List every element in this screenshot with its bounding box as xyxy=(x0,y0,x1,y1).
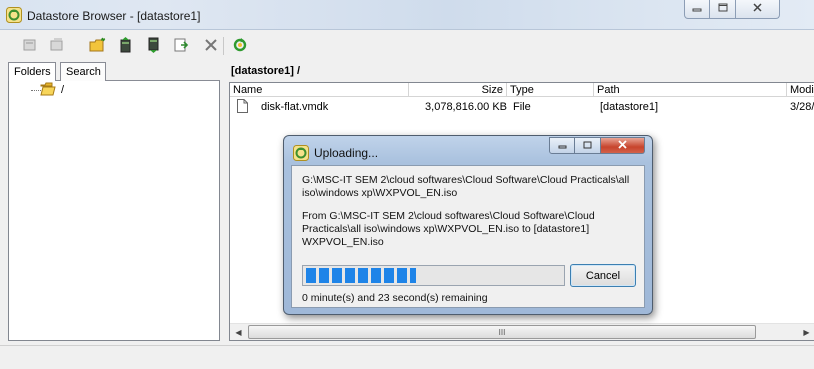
table-row[interactable]: disk-flat.vmdk 3,078,816.00 KB File [dat… xyxy=(230,98,814,115)
cell-type: File xyxy=(513,101,531,113)
tab-folders[interactable]: Folders xyxy=(8,62,56,82)
dialog-maximize-button[interactable] xyxy=(575,137,601,154)
tab-label: Search xyxy=(66,66,101,78)
maximize-button[interactable] xyxy=(710,0,736,19)
new-folder-icon xyxy=(89,37,107,56)
dialog-controls xyxy=(549,137,645,155)
download-file-icon xyxy=(147,37,161,56)
file-icon xyxy=(237,99,248,113)
title-bar: Datastore Browser - [datastore1] xyxy=(0,0,814,30)
chevron-right-icon: ▶ xyxy=(803,328,810,337)
close-icon xyxy=(618,139,627,152)
toolbar xyxy=(0,31,814,60)
scrollbar-thumb[interactable]: III xyxy=(248,325,756,339)
dialog-title: Uploading... xyxy=(314,146,379,160)
refresh-button[interactable] xyxy=(230,36,250,56)
download-file-button[interactable] xyxy=(144,36,164,56)
maximize-icon xyxy=(718,3,728,15)
minimize-icon xyxy=(692,4,702,15)
toolbar-separator xyxy=(223,37,224,55)
column-header-size[interactable]: Size xyxy=(409,83,507,97)
minimize-icon xyxy=(558,141,567,151)
refresh-icon xyxy=(232,37,248,56)
upload-progress-bar xyxy=(302,265,565,286)
vsphere-client-icon xyxy=(293,145,309,161)
window-controls xyxy=(684,0,780,20)
vsphere-client-icon xyxy=(6,7,22,23)
delete-button[interactable] xyxy=(201,36,221,56)
upload-dialog: Uploading... G:\MSC-IT SEM 2\cloud softw… xyxy=(283,135,653,315)
window-title: Datastore Browser - [datastore1] xyxy=(27,9,201,23)
status-bar xyxy=(0,345,814,369)
minimize-button[interactable] xyxy=(684,0,710,19)
browse-datastore-icon xyxy=(22,37,38,56)
transfer-description: From G:\MSC-IT SEM 2\cloud softwares\Clo… xyxy=(302,210,595,248)
current-path: [datastore1] / xyxy=(231,65,301,77)
cell-modified: 3/28/2 xyxy=(790,101,814,113)
search-datastore-icon xyxy=(49,37,65,56)
dialog-minimize-button[interactable] xyxy=(549,137,575,154)
cell-path: [datastore1] xyxy=(600,101,659,113)
dialog-close-button[interactable] xyxy=(601,137,645,154)
tab-label: Folders xyxy=(14,66,51,78)
close-button[interactable] xyxy=(736,0,780,19)
new-folder-button[interactable] xyxy=(88,36,108,56)
cancel-button[interactable]: Cancel xyxy=(570,264,636,287)
search-datastore-button[interactable] xyxy=(47,36,67,56)
maximize-icon xyxy=(583,141,592,151)
register-vm-button[interactable] xyxy=(171,36,191,56)
cell-name: disk-flat.vmdk xyxy=(261,101,329,113)
scrollbar-grip: III xyxy=(498,327,506,337)
scroll-right-button[interactable]: ▶ xyxy=(798,324,814,341)
delete-icon xyxy=(204,38,218,55)
chevron-left-icon: ◀ xyxy=(235,328,242,337)
progress-fill xyxy=(306,268,416,283)
list-header: Name Size Type Path Modif xyxy=(230,83,814,97)
close-icon xyxy=(753,3,762,15)
tree-root-label[interactable]: / xyxy=(61,84,64,96)
dialog-body: G:\MSC-IT SEM 2\cloud softwares\Cloud So… xyxy=(291,165,645,308)
upload-file-icon xyxy=(119,36,133,56)
scroll-left-button[interactable]: ◀ xyxy=(230,324,247,341)
tab-search[interactable]: Search xyxy=(60,62,106,81)
folders-panel: Folders Search / xyxy=(8,62,220,341)
column-header-path[interactable]: Path xyxy=(594,83,787,97)
column-header-name[interactable]: Name xyxy=(230,83,409,97)
register-vm-icon xyxy=(173,37,189,56)
column-header-type[interactable]: Type xyxy=(507,83,594,97)
folder-tree[interactable]: / xyxy=(8,81,220,341)
folder-open-icon xyxy=(40,82,56,96)
browse-datastore-button[interactable] xyxy=(20,36,40,56)
tab-strip: Folders Search xyxy=(8,62,220,82)
cell-size: 3,078,816.00 KB xyxy=(425,101,507,113)
time-remaining-text: 0 minute(s) and 23 second(s) remaining xyxy=(302,292,488,304)
horizontal-scrollbar[interactable]: ◀ III ▶ xyxy=(230,323,814,340)
column-header-modified[interactable]: Modif xyxy=(787,83,814,97)
upload-file-button[interactable] xyxy=(116,36,136,56)
source-path-text: G:\MSC-IT SEM 2\cloud softwares\Cloud So… xyxy=(302,174,630,199)
